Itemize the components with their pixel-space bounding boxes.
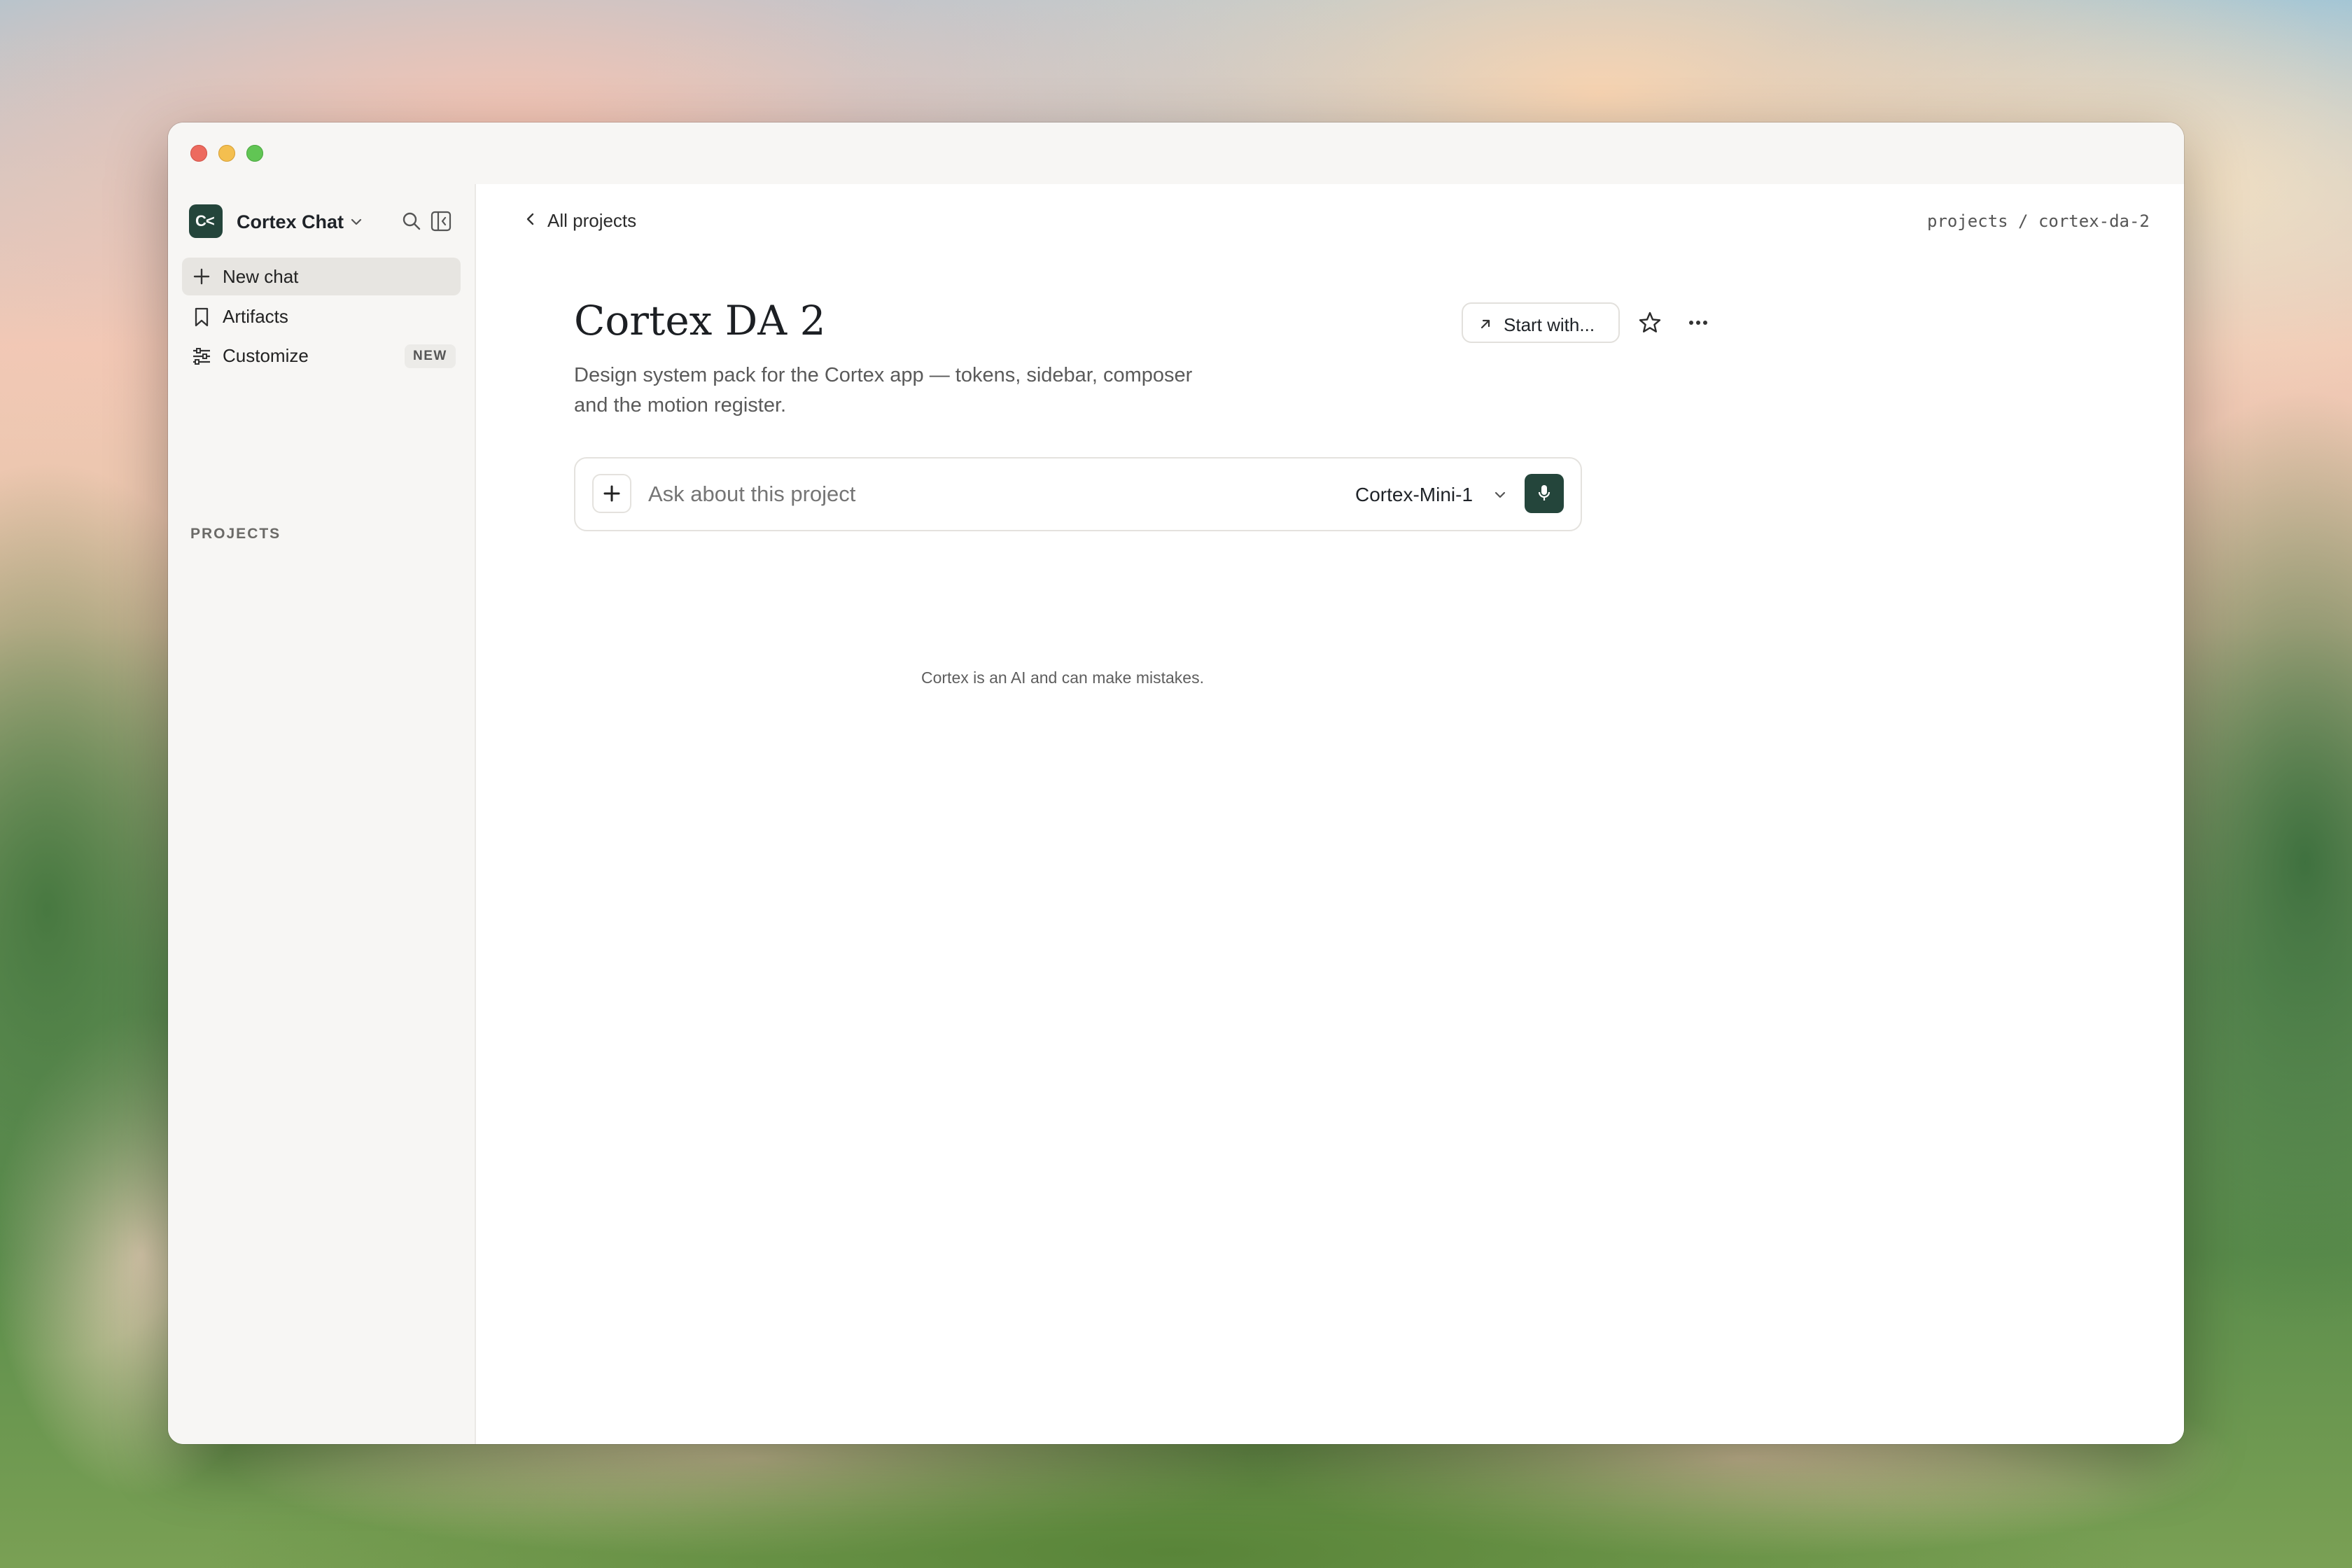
- new-badge: NEW: [405, 344, 456, 368]
- project-chat-input[interactable]: [648, 477, 1278, 512]
- new-chat-label: New chat: [223, 266, 299, 287]
- project-description-line2: and the motion register.: [574, 394, 787, 416]
- project-title: Cortex DA 2: [574, 297, 826, 344]
- artifacts-nav-item[interactable]: Artifacts: [182, 298, 461, 335]
- breadcrumb: projects / cortex-da-2: [1927, 211, 2150, 231]
- search-icon[interactable]: [401, 211, 422, 232]
- artifacts-label: Artifacts: [223, 306, 288, 327]
- bookmark-icon: [195, 307, 209, 327]
- attach-button[interactable]: [592, 474, 631, 513]
- chevron-left-icon: [526, 213, 534, 225]
- start-with-label: Start with...: [1504, 314, 1595, 335]
- new-chat-button[interactable]: New chat: [182, 258, 461, 295]
- app-window: C< Cortex Chat New chat Artifacts Custom…: [168, 122, 2184, 1444]
- back-label: All projects: [547, 210, 637, 231]
- start-with-button[interactable]: Start with...: [1462, 302, 1620, 343]
- sliders-icon: [193, 348, 210, 365]
- app-switcher[interactable]: C< Cortex Chat: [189, 204, 364, 239]
- customize-nav-item[interactable]: Customize NEW: [182, 337, 461, 374]
- customize-label: Customize: [223, 345, 309, 366]
- collapse-sidebar-icon[interactable]: [430, 210, 451, 232]
- model-selector[interactable]: Cortex-Mini-1: [1355, 479, 1509, 510]
- more-options-icon[interactable]: [1686, 314, 1710, 331]
- title-bar: [168, 122, 2184, 184]
- composer: Cortex-Mini-1: [574, 457, 1582, 531]
- arrow-up-right-icon: [1480, 319, 1490, 329]
- app-logo: C<: [189, 204, 223, 238]
- app-logo-text: C<: [195, 212, 215, 230]
- zoom-window-button[interactable]: [246, 145, 263, 162]
- project-description-line1: Design system pack for the Cortex app — …: [574, 364, 1193, 386]
- app-name: Cortex Chat: [237, 211, 344, 232]
- star-icon[interactable]: [1637, 310, 1662, 335]
- microphone-icon: [1538, 485, 1550, 500]
- chevron-down-icon: [351, 218, 362, 225]
- close-window-button[interactable]: [190, 145, 207, 162]
- voice-input-button[interactable]: [1525, 474, 1564, 513]
- projects-section-label: PROJECTS: [190, 526, 281, 542]
- sidebar: C< Cortex Chat New chat Artifacts Custom…: [168, 184, 476, 1444]
- back-to-projects-link[interactable]: All projects: [525, 204, 658, 234]
- chevron-down-icon: [1494, 491, 1506, 498]
- model-name: Cortex-Mini-1: [1355, 484, 1474, 505]
- plus-icon: [603, 485, 620, 502]
- plus-icon: [193, 268, 210, 285]
- ai-disclaimer: Cortex is an AI and can make mistakes.: [921, 668, 1204, 687]
- minimize-window-button[interactable]: [218, 145, 235, 162]
- main-panel: All projects projects / cortex-da-2 Cort…: [476, 184, 2184, 1444]
